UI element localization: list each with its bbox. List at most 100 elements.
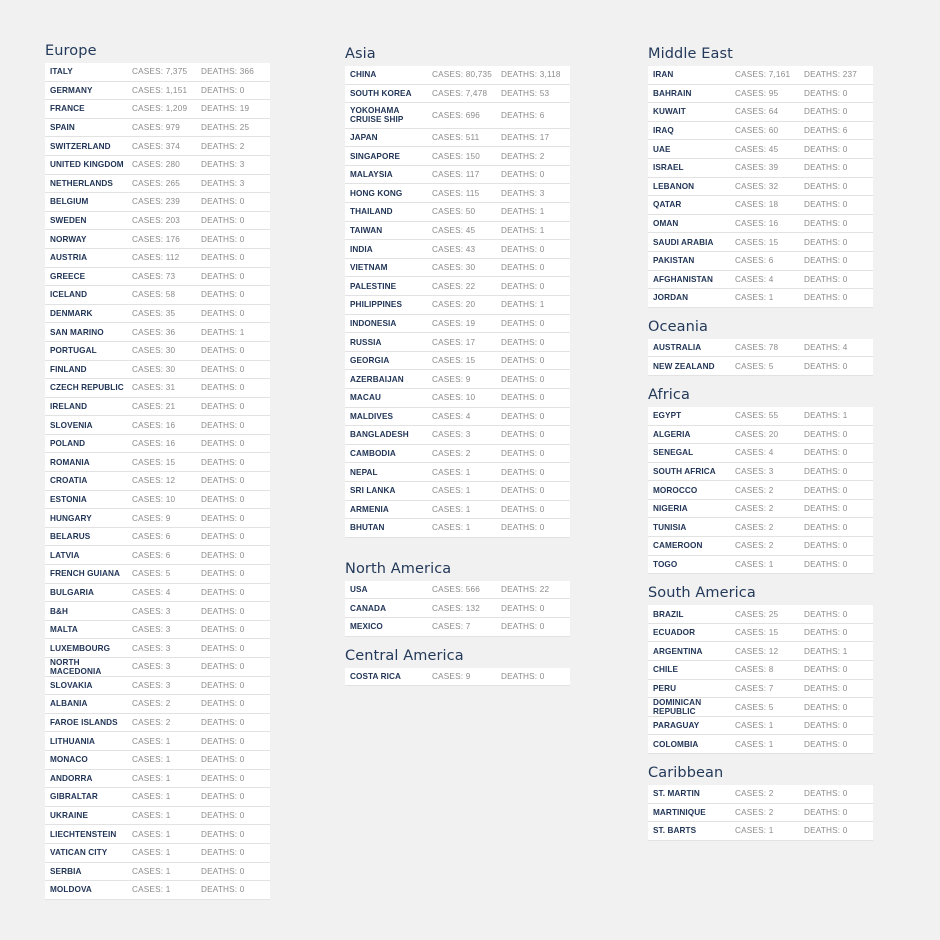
- table-row: HUNGARY CASES: 9 DEATHS: 0: [45, 509, 270, 528]
- country-name: COSTA RICA: [350, 671, 402, 681]
- country-name: PORTUGAL: [50, 346, 97, 356]
- cases-value: CASES: 2: [132, 699, 171, 709]
- deaths-value: DEATHS: 0: [804, 237, 848, 247]
- deaths-value: DEATHS: 0: [804, 256, 848, 266]
- deaths-value: DEATHS: 0: [201, 699, 245, 709]
- deaths-value: DEATHS: 0: [804, 466, 848, 476]
- deaths-value: DEATHS: 0: [501, 504, 545, 514]
- table-row: CHINA CASES: 80,735 DEATHS: 3,118: [345, 66, 570, 85]
- country-name: CHILE: [653, 665, 679, 675]
- country-name: BANGLADESH: [350, 430, 409, 440]
- region-title: Central America: [345, 647, 464, 664]
- deaths-value: DEATHS: 0: [201, 680, 245, 690]
- deaths-value: DEATHS: 0: [201, 885, 245, 895]
- country-name: SENEGAL: [653, 448, 694, 458]
- country-name: UKRAINE: [50, 811, 88, 821]
- cases-value: CASES: 20: [432, 300, 476, 310]
- cases-value: CASES: 4: [735, 448, 774, 458]
- country-name: MONACO: [50, 755, 88, 765]
- country-name: SLOVAKIA: [50, 680, 93, 690]
- country-name: BELARUS: [50, 532, 91, 542]
- region-middle-east: Middle East IRAN CASES: 7,161 DEATHS: 237 BA…: [648, 45, 873, 308]
- table-row: B&H CASES: 3 DEATHS: 0: [45, 602, 270, 621]
- column-3: Middle East IRAN CASES: 7,161 DEATHS: 237 BA…: [648, 45, 873, 851]
- cases-value: CASES: 35: [132, 309, 176, 319]
- country-name: MARTINIQUE: [653, 807, 706, 817]
- table-row: PAKISTAN CASES: 6 DEATHS: 0: [648, 252, 873, 271]
- deaths-value: DEATHS: 0: [804, 807, 848, 817]
- cases-value: CASES: 150: [432, 151, 480, 161]
- country-name: IRELAND: [50, 401, 88, 411]
- cases-value: CASES: 3: [735, 466, 774, 476]
- table-row: QATAR CASES: 18 DEATHS: 0: [648, 196, 873, 215]
- country-name: UAE: [653, 144, 671, 154]
- region-table: AUSTRALIA CASES: 78 DEATHS: 4 NEW ZEALAND CA…: [648, 338, 873, 376]
- country-name: LUXEMBOURG: [50, 643, 111, 653]
- table-row: DENMARK CASES: 35 DEATHS: 0: [45, 305, 270, 324]
- country-name: QATAR: [653, 200, 682, 210]
- deaths-value: DEATHS: 0: [804, 665, 848, 675]
- region-caribbean: Caribbean ST. MARTIN CASES: 2 DEATHS: 0 MART…: [648, 764, 873, 841]
- table-row: SAUDI ARABIA CASES: 15 DEATHS: 0: [648, 233, 873, 252]
- region-table: BRAZIL CASES: 25 DEATHS: 0 ECUADOR CASES: 15…: [648, 605, 873, 754]
- region-table: CHINA CASES: 80,735 DEATHS: 3,118 SOUTH KOR…: [345, 66, 570, 538]
- table-row: MOROCCO CASES: 2 DEATHS: 0: [648, 481, 873, 500]
- table-row: RUSSIA CASES: 17 DEATHS: 0: [345, 333, 570, 352]
- table-row: IRAQ CASES: 60 DEATHS: 6: [648, 122, 873, 141]
- country-name: CAMBODIA: [350, 449, 396, 459]
- cases-value: CASES: 265: [132, 178, 180, 188]
- deaths-value: DEATHS: 1: [501, 300, 545, 310]
- country-name: GREECE: [50, 271, 86, 281]
- cases-value: CASES: 7,478: [432, 88, 488, 98]
- deaths-value: DEATHS: 0: [501, 486, 545, 496]
- deaths-value: DEATHS: 0: [501, 430, 545, 440]
- country-name: BELGIUM: [50, 197, 89, 207]
- cases-value: CASES: 36: [132, 327, 176, 337]
- table-row: TAIWAN CASES: 45 DEATHS: 1: [345, 222, 570, 241]
- table-row: IRELAND CASES: 21 DEATHS: 0: [45, 398, 270, 417]
- cases-value: CASES: 60: [735, 126, 779, 136]
- deaths-value: DEATHS: 0: [501, 603, 545, 613]
- country-name: LIECHTENSTEIN: [50, 829, 117, 839]
- region-table: IRAN CASES: 7,161 DEATHS: 237 BAHRAIN CASES:…: [648, 66, 873, 308]
- table-row: CAMEROON CASES: 2 DEATHS: 0: [648, 537, 873, 556]
- deaths-value: DEATHS: 0: [201, 420, 245, 430]
- table-row: ARGENTINA CASES: 12 DEATHS: 1: [648, 642, 873, 662]
- table-row: SENEGAL CASES: 4 DEATHS: 0: [648, 444, 873, 463]
- country-name: BAHRAIN: [653, 88, 692, 98]
- deaths-value: DEATHS: 6: [804, 126, 848, 136]
- column-2: Asia CHINA CASES: 80,735 DEATHS: 3,118 SOUTH…: [345, 45, 570, 696]
- country-name: LITHUANIA: [50, 736, 96, 746]
- table-row: YOKOHAMA CRUISE SHIP CASES: 696 DEATHS: 6: [345, 103, 570, 129]
- deaths-value: DEATHS: 0: [201, 364, 245, 374]
- deaths-value: DEATHS: 0: [804, 293, 848, 303]
- table-row: MACAU CASES: 10 DEATHS: 0: [345, 389, 570, 408]
- country-name: ICELAND: [50, 290, 88, 300]
- table-row: SRI LANKA CASES: 1 DEATHS: 0: [345, 482, 570, 501]
- country-name: IRAN: [653, 70, 674, 80]
- region-asia: Asia CHINA CASES: 80,735 DEATHS: 3,118 SOUTH…: [345, 45, 570, 538]
- table-row: VATICAN CITY CASES: 1 DEATHS: 0: [45, 844, 270, 863]
- deaths-value: DEATHS: 53: [501, 88, 550, 98]
- country-name: NEW ZEALAND: [653, 361, 715, 371]
- cases-value: CASES: 1: [735, 293, 774, 303]
- cases-value: CASES: 50: [432, 207, 476, 217]
- table-row: FRENCH GUIANA CASES: 5 DEATHS: 0: [45, 565, 270, 584]
- deaths-value: DEATHS: 0: [201, 811, 245, 821]
- cases-value: CASES: 25: [735, 609, 779, 619]
- deaths-value: DEATHS: 0: [501, 337, 545, 347]
- cases-value: CASES: 374: [132, 141, 180, 151]
- cases-value: CASES: 280: [132, 160, 180, 170]
- table-row: ROMANIA CASES: 15 DEATHS: 0: [45, 453, 270, 473]
- country-name: CHINA: [350, 70, 377, 80]
- country-name: ROMANIA: [50, 457, 90, 467]
- cases-value: CASES: 3: [132, 606, 171, 616]
- country-name: AZERBAIJAN: [350, 374, 404, 384]
- table-row: VIETNAM CASES: 30 DEATHS: 0: [345, 259, 570, 278]
- cases-value: CASES: 1: [132, 811, 171, 821]
- cases-value: CASES: 5: [132, 569, 171, 579]
- cases-value: CASES: 22: [432, 281, 476, 291]
- deaths-value: DEATHS: 0: [804, 504, 848, 514]
- cases-value: CASES: 73: [132, 271, 176, 281]
- deaths-value: DEATHS: 0: [201, 625, 245, 635]
